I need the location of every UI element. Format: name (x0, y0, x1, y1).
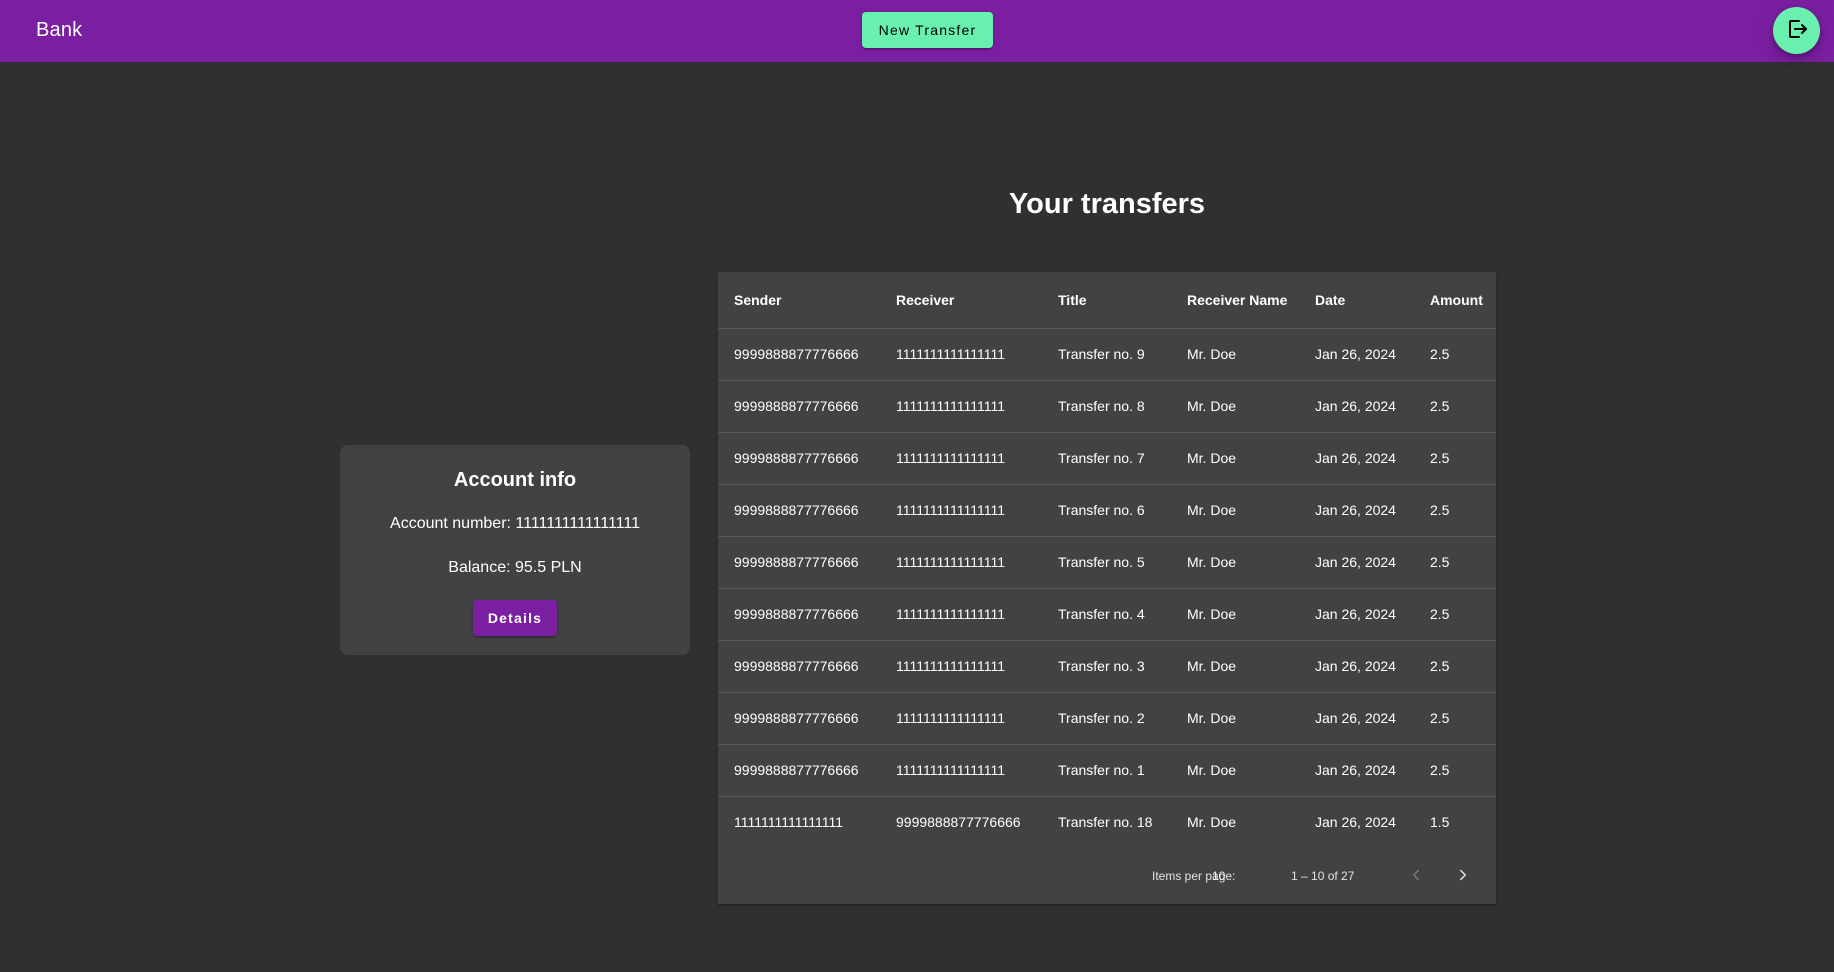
account-info-title: Account info (453, 469, 577, 491)
cell-date: Jan 26, 2024 (1315, 814, 1396, 831)
cell-title: Transfer no. 3 (1042, 640, 1171, 693)
transfers-table: Sender Receiver Title Receiver Name Date… (718, 272, 1496, 848)
cell-receiver: 1111111111111111 (880, 536, 1042, 589)
header-receiver: Receiver (880, 272, 1042, 329)
page-title: Your transfers (1008, 188, 1206, 220)
cell-amount: 2.5 (1414, 744, 1496, 797)
cell-receiver: 1111111111111111 (880, 588, 1042, 641)
cell-amount: 2.5 (1414, 640, 1496, 693)
table-row: 9999888877776666 1111111111111111 Transf… (718, 380, 1496, 433)
table-row: 9999888877776666 1111111111111111 Transf… (718, 692, 1496, 745)
cell-receiver: 1111111111111111 (880, 744, 1042, 797)
cell-amount: 1.5 (1430, 814, 1450, 831)
cell-sender: 9999888877776666 (718, 380, 880, 433)
cell-receiver-name: Mr. Doe (1171, 640, 1299, 693)
cell-amount: 2.5 (1414, 328, 1496, 381)
table-row: 9999888877776666 1111111111111111 Transf… (718, 328, 1496, 381)
cell-date: Jan 26, 2024 (1299, 692, 1414, 745)
cell-receiver-name: Mr. Doe (1171, 380, 1299, 433)
cell-receiver-name: Mr. Doe (1187, 814, 1237, 831)
cell-title: Transfer no. 7 (1042, 432, 1171, 485)
cell-amount: 2.5 (1414, 484, 1496, 537)
cell-sender: 1111111111111111 (734, 814, 843, 831)
cell-amount: 2.5 (1414, 692, 1496, 745)
cell-date: Jan 26, 2024 (1299, 536, 1414, 589)
next-page-button[interactable] (1447, 860, 1479, 892)
header-date: Date (1299, 272, 1414, 329)
cell-receiver: 9999888877776666 (896, 814, 1021, 831)
logout-icon (1785, 17, 1809, 44)
cell-receiver-name: Mr. Doe (1171, 744, 1299, 797)
header-title: Title (1042, 272, 1171, 329)
cell-title: Transfer no. 18 (1058, 814, 1153, 831)
previous-page-button[interactable] (1400, 860, 1432, 892)
header-amount: Amount (1414, 272, 1496, 329)
cell-receiver: 1111111111111111 (880, 328, 1042, 381)
cell-amount: 2.5 (1414, 536, 1496, 589)
app-title: Bank (36, 19, 83, 41)
cell-receiver: 1111111111111111 (880, 484, 1042, 537)
header-sender: Sender (718, 272, 880, 329)
account-info-card: Account info Account number: 11111111111… (340, 445, 690, 655)
transfers-table-container: Sender Receiver Title Receiver Name Date… (718, 272, 1496, 904)
cell-date: Jan 26, 2024 (1299, 328, 1414, 381)
cell-receiver-name: Mr. Doe (1171, 588, 1299, 641)
cell-receiver: 1111111111111111 (880, 432, 1042, 485)
cell-title: Transfer no. 5 (1042, 536, 1171, 589)
cell-receiver-name: Mr. Doe (1171, 328, 1299, 381)
cell-date: Jan 26, 2024 (1299, 432, 1414, 485)
cell-receiver-name: Mr. Doe (1171, 432, 1299, 485)
cell-receiver-name: Mr. Doe (1171, 536, 1299, 589)
cell-title: Transfer no. 1 (1042, 744, 1171, 797)
cell-sender: 9999888877776666 (718, 484, 880, 537)
chevron-right-icon (1454, 866, 1472, 887)
cell-sender: 9999888877776666 (718, 744, 880, 797)
header-receiver-name: Receiver Name (1171, 272, 1299, 329)
account-number: Account number: 1111111111111111 (390, 515, 640, 532)
chevron-left-icon (1407, 866, 1425, 887)
table-row: 9999888877776666 1111111111111111 Transf… (718, 432, 1496, 485)
cell-title: Transfer no. 9 (1042, 328, 1171, 381)
cell-title: Transfer no. 2 (1042, 692, 1171, 745)
cell-sender: 9999888877776666 (718, 588, 880, 641)
cell-amount: 2.5 (1414, 588, 1496, 641)
cell-receiver: 1111111111111111 (880, 380, 1042, 433)
table-row: 9999888877776666 1111111111111111 Transf… (718, 536, 1496, 589)
paginator: Items per page: 10 1 – 10 of 27 (718, 848, 1496, 904)
cell-receiver-name: Mr. Doe (1171, 692, 1299, 745)
cell-sender: 9999888877776666 (718, 328, 880, 381)
table-row: 9999888877776666 1111111111111111 Transf… (718, 588, 1496, 641)
cell-date: Jan 26, 2024 (1299, 744, 1414, 797)
top-toolbar: Bank New Transfer (0, 0, 1834, 62)
cell-sender: 9999888877776666 (718, 536, 880, 589)
cell-sender: 9999888877776666 (718, 692, 880, 745)
cell-amount: 2.5 (1414, 380, 1496, 433)
table-row: 9999888877776666 1111111111111111 Transf… (718, 640, 1496, 693)
cell-receiver-name: Mr. Doe (1171, 484, 1299, 537)
table-row: 9999888877776666 1111111111111111 Transf… (718, 744, 1496, 797)
cell-sender: 9999888877776666 (718, 640, 880, 693)
cell-date: Jan 26, 2024 (1299, 588, 1414, 641)
details-button[interactable]: Details (473, 600, 557, 636)
logout-button[interactable] (1773, 7, 1820, 54)
new-transfer-button[interactable]: New Transfer (862, 12, 993, 48)
cell-receiver: 1111111111111111 (880, 692, 1042, 745)
page-range-label: 1 – 10 of 27 (1291, 869, 1355, 883)
cell-amount: 2.5 (1414, 432, 1496, 485)
cell-title: Transfer no. 8 (1042, 380, 1171, 433)
cell-title: Transfer no. 4 (1042, 588, 1171, 641)
table-row: 1111111111111111 9999888877776666 Transf… (718, 796, 1496, 848)
table-row: 9999888877776666 1111111111111111 Transf… (718, 484, 1496, 537)
cell-date: Jan 26, 2024 (1299, 640, 1414, 693)
cell-title: Transfer no. 6 (1042, 484, 1171, 537)
cell-receiver: 1111111111111111 (880, 640, 1042, 693)
account-balance: Balance: 95.5 PLN (448, 559, 582, 576)
cell-date: Jan 26, 2024 (1299, 484, 1414, 537)
page-size-select[interactable]: 10 (1212, 869, 1225, 883)
cell-sender: 9999888877776666 (718, 432, 880, 485)
table-header-row: Sender Receiver Title Receiver Name Date… (718, 272, 1496, 329)
cell-date: Jan 26, 2024 (1299, 380, 1414, 433)
